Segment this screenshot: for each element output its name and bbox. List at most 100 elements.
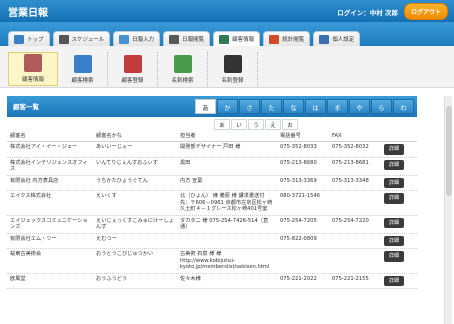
column-header: 担当者	[180, 133, 196, 140]
table-row: 有限会社エム・ツー えむつー 075-822-0809 詳細	[7, 234, 417, 249]
cell-action: 詳細	[381, 274, 417, 289]
tab-1[interactable]: スケジュール	[52, 31, 111, 46]
cell-action: 詳細	[381, 142, 417, 157]
tab-label: スケジュール	[71, 37, 105, 43]
kana-tab-0[interactable]: あ	[195, 99, 216, 114]
vertical-scrollbar[interactable]	[444, 96, 452, 324]
cell-fax: 075-352-8032	[332, 144, 369, 150]
cell-fax	[329, 191, 381, 215]
cell-contact	[177, 234, 277, 249]
detail-button[interactable]: 詳細	[384, 251, 405, 262]
cell-tel: 075-221-2022	[280, 275, 317, 282]
detail-button[interactable]: 詳細	[384, 177, 405, 188]
sub-navigation-bar: 顧客情報 顧客検索 顧客登録 名刺検索 名刺登録	[0, 46, 454, 88]
card-search-icon	[173, 55, 192, 73]
detail-button[interactable]: 詳細	[384, 217, 405, 228]
tab-3[interactable]: 日報閲覧	[163, 31, 211, 46]
cell-kana: おうふうどう	[96, 275, 128, 282]
tab-6[interactable]: 個人設定	[313, 31, 361, 46]
subkana-button-2[interactable]: う	[248, 119, 264, 130]
kana-tab-8[interactable]: ら	[371, 99, 392, 114]
kana-tab-3[interactable]: た	[261, 99, 282, 114]
customer-table: 顧客名 顧客名かな 担当者 電話番号 FAX 株式会社アイ・イー・ジェー あいいーじぇー 開…	[7, 132, 417, 289]
subnav-item-1[interactable]: 顧客検索	[58, 52, 108, 86]
tab-4[interactable]: 顧客情報	[213, 31, 261, 46]
cell-tel: 075-213-8680	[280, 159, 317, 166]
table-row: 桜東古美術会 おうとうこびじゅつかい 古美術 石泉 様 様 http://www.k…	[7, 249, 417, 274]
kana-tab-5[interactable]: は	[305, 99, 326, 114]
detail-button[interactable]: 詳細	[384, 144, 405, 155]
customer-list-panel: 顧客一覧 あかさたなはまやらわ あいうえお 顧客名 顧客名かな 担当者 電話番号 FAX…	[7, 96, 417, 324]
sub-kana-filter-row: あいうえお	[214, 119, 298, 130]
tab-label: 統計閲覧	[282, 37, 305, 43]
cell-fax	[329, 249, 381, 273]
main-tabbar: トップ スケジュール 日報入力 日報閲覧 顧客情報 統計閲覧 個人設定	[0, 22, 454, 46]
tab-0[interactable]: トップ	[8, 31, 50, 46]
cell-action: 詳細	[381, 191, 417, 215]
kana-tab-4[interactable]: な	[283, 99, 304, 114]
kana-tab-9[interactable]: わ	[393, 99, 414, 114]
app-header: 営業日報 ログイン：中村 次郎 ログアウト	[0, 0, 454, 22]
subnav-label: 名刺登録	[221, 78, 244, 84]
table-header: 顧客名 顧客名かな 担当者 電話番号 FAX	[7, 132, 417, 142]
subnav-item-0[interactable]: 顧客情報	[8, 52, 58, 86]
calendar-icon	[58, 34, 69, 44]
cell-name: 有限会社エム・ツー	[10, 235, 57, 242]
cell-contact: タカタニ 様 075-254-7426-514（直通）	[180, 217, 269, 231]
subkana-button-4[interactable]: お	[282, 119, 298, 130]
subnav-item-4[interactable]: 名刺登録	[208, 52, 258, 86]
detail-button[interactable]: 詳細	[384, 235, 405, 246]
tab-2[interactable]: 日報入力	[113, 31, 161, 46]
cell-contact: 開発部デザイナー 戸田 様	[180, 144, 241, 150]
column-header	[381, 135, 417, 139]
tab-label: 個人設定	[332, 37, 355, 43]
cell-contact: 黒田	[180, 159, 191, 166]
scrollbar-thumb[interactable]	[446, 106, 452, 196]
cell-name: 有限会社 内方表具店	[10, 177, 59, 184]
subkana-button-1[interactable]: い	[231, 119, 247, 130]
cell-contact: 北（ひょん） 様 義原 様 課求書送付先：〒606－0961 京都市左京区松ヶ崎…	[180, 193, 273, 212]
tab-label: 顧客情報	[232, 37, 255, 43]
subnav-item-3[interactable]: 名刺検索	[158, 52, 208, 86]
cell-tel: 075-352-8033	[280, 144, 317, 150]
detail-button[interactable]: 詳細	[384, 193, 405, 204]
kana-tab-2[interactable]: さ	[239, 99, 260, 114]
cell-contact: 佐々木様	[180, 275, 201, 282]
table-body: 株式会社アイ・イー・ジェー あいいーじぇー 開発部デザイナー 戸田 様 075-352…	[7, 142, 417, 289]
chart-icon	[269, 34, 280, 44]
cell-action: 詳細	[381, 234, 417, 249]
subkana-button-0[interactable]: あ	[214, 119, 230, 130]
table-row: エイクス株式会社 えいくす 北（ひょん） 様 義原 様 課求書送付先：〒606－09…	[7, 191, 417, 216]
column-header: 電話番号	[280, 133, 301, 140]
tab-label: 日報入力	[132, 37, 155, 43]
table-row: 有限会社 内方表具店 うちかたひょうぐてん 内方 宣葉 075-313-3369 075…	[7, 176, 417, 191]
cell-tel: 080-3721-1546	[280, 193, 321, 199]
subnav-label: 顧客検索	[71, 78, 94, 84]
subkana-button-3[interactable]: え	[265, 119, 281, 130]
column-header: 顧客名かな	[96, 133, 122, 140]
app-title: 営業日報	[8, 8, 48, 19]
detail-button[interactable]: 詳細	[384, 159, 405, 170]
cell-kana: うちかたひょうぐてん	[96, 177, 148, 184]
table-row: 欧風堂 おうふうどう 佐々木様 075-221-2022 075-221-2155 詳細	[7, 274, 417, 289]
logout-button[interactable]: ログアウト	[403, 3, 448, 20]
cell-name: エイクス株式会社	[10, 193, 52, 199]
cell-name: 株式会社インテリジェンスオフィス	[10, 159, 88, 173]
cell-fax: 075-254-7220	[332, 217, 369, 224]
subnav-item-2[interactable]: 顧客登録	[108, 52, 158, 86]
cell-kana: おうとうこびじゅつかい	[96, 251, 154, 257]
kana-tab-7[interactable]: や	[349, 99, 370, 114]
cell-name: 株式会社アイ・イー・ジェー	[10, 144, 78, 150]
tab-label: 日報閲覧	[182, 37, 205, 43]
login-area: ログイン：中村 次郎 ログアウト	[337, 3, 448, 20]
kana-tab-6[interactable]: ま	[327, 99, 348, 114]
table-row: 株式会社アイ・イー・ジェー あいいーじぇー 開発部デザイナー 戸田 様 075-352…	[7, 142, 417, 158]
cell-fax: 075-221-2155	[332, 275, 369, 282]
user-gear-icon	[319, 34, 330, 44]
subnav-label: 顧客情報	[21, 77, 44, 83]
cell-contact: 内方 宣葉	[180, 177, 203, 184]
detail-button[interactable]: 詳細	[384, 275, 405, 286]
tab-5[interactable]: 統計閲覧	[263, 31, 311, 46]
panel-title: 顧客一覧	[13, 103, 39, 111]
kana-tab-1[interactable]: か	[217, 99, 238, 114]
